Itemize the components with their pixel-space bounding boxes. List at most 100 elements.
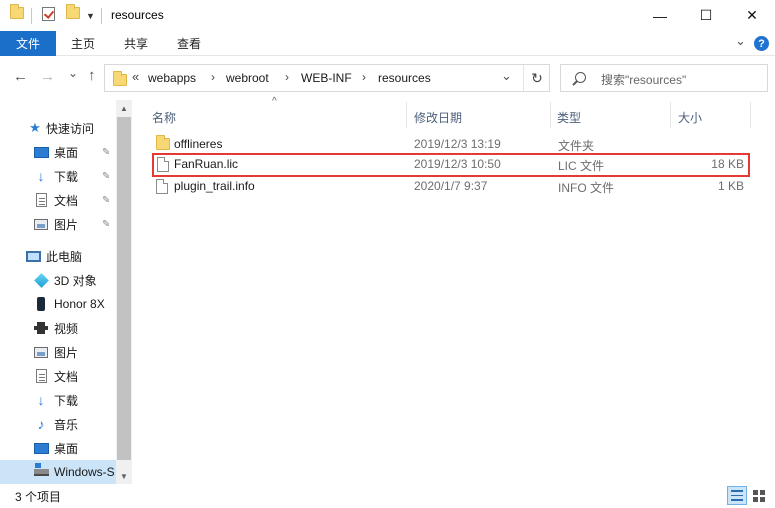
sidebar-item-label: 文档 (54, 369, 79, 384)
sidebar-item-pictures[interactable]: 图片 ✎ (0, 212, 116, 236)
window-title: resources (111, 8, 164, 22)
pin-icon: ✎ (102, 218, 111, 230)
file-type: 文件夹 (558, 139, 595, 153)
pin-icon: ✎ (102, 146, 111, 158)
up-button[interactable]: ↑ (88, 67, 96, 84)
picture-icon (33, 344, 49, 360)
tab-share[interactable]: 共享 (110, 31, 162, 56)
search-input[interactable]: 搜索"resources" (601, 71, 686, 88)
sidebar-item-3d-objects[interactable]: 3D 对象 (0, 268, 116, 292)
file-modified: 2019/12/3 10:50 (414, 157, 501, 171)
address-history-chevron-icon[interactable]: ⌄ (501, 68, 512, 84)
file-name: plugin_trail.info (174, 179, 255, 193)
drive-icon (33, 462, 49, 480)
navigation-pane: ★ 快速访问 桌面 ✎ ↓ 下载 ✎ 文档 ✎ 图片 ✎ 此电脑 3D 对象 H… (0, 100, 132, 484)
file-icon (157, 157, 169, 172)
sidebar-item-this-pc[interactable]: 此电脑 (0, 244, 116, 268)
navigation-bar: ← → ⌄ ↑ « webapps › webroot › WEB-INF › … (0, 56, 775, 100)
column-header-type[interactable]: 类型 (557, 105, 667, 129)
table-row-highlighted[interactable]: FanRuan.lic 2019/12/3 10:50 LIC 文件 18 KB (152, 153, 750, 177)
column-header-name[interactable]: 名称 (152, 105, 410, 129)
divider (31, 8, 32, 24)
path-overflow-button[interactable]: « (132, 69, 139, 84)
recent-locations-chevron-icon[interactable]: ⌄ (68, 66, 78, 80)
document-icon (33, 192, 49, 208)
column-header-modified[interactable]: 修改日期 (414, 105, 548, 129)
breadcrumb-separator-icon[interactable]: › (362, 70, 366, 84)
file-name: offlineres (174, 137, 223, 151)
forward-button[interactable]: → (40, 68, 55, 85)
download-icon: ↓ (37, 392, 45, 408)
sidebar-item-documents[interactable]: 文档 ✎ (0, 188, 116, 212)
sidebar-scrollbar[interactable]: ▲ ▼ (116, 100, 132, 484)
sidebar-item-videos[interactable]: 视频 (0, 316, 116, 340)
breadcrumb-web-inf[interactable]: WEB-INF (301, 71, 352, 85)
scroll-up-icon[interactable]: ▲ (116, 100, 132, 116)
table-row[interactable]: plugin_trail.info 2020/1/7 9:37 INFO 文件 … (152, 176, 750, 198)
sidebar-item-desktop[interactable]: 桌面 ✎ (0, 140, 116, 164)
sidebar-item-downloads[interactable]: ↓ 下载 ✎ (0, 164, 116, 188)
tab-file[interactable]: 文件 (0, 31, 56, 56)
sidebar-item-label: 快速访问 (46, 121, 95, 136)
breadcrumb-resources[interactable]: resources (378, 71, 431, 85)
sidebar-item-label: 文档 (54, 193, 79, 208)
column-divider[interactable] (550, 102, 551, 128)
sidebar-item-label: 此电脑 (46, 249, 83, 264)
sidebar-item-label: 桌面 (54, 145, 79, 160)
sidebar-item-label: 图片 (54, 217, 79, 232)
divider (101, 8, 102, 24)
pin-icon: ✎ (102, 194, 111, 206)
refresh-icon[interactable]: ↻ (523, 65, 550, 91)
desktop-icon (33, 144, 49, 160)
column-divider[interactable] (750, 102, 751, 128)
sidebar-item-label: Windows-S (54, 465, 115, 479)
quick-access-toolbar-dropdown[interactable]: ▼ (86, 11, 95, 21)
new-folder-icon[interactable] (66, 4, 80, 19)
minimize-button[interactable]: — (637, 0, 683, 31)
search-box[interactable]: 搜索"resources" (560, 64, 768, 92)
close-button[interactable]: ✕ (729, 0, 775, 31)
column-divider[interactable] (406, 102, 407, 128)
sidebar-item-downloads-pc[interactable]: ↓ 下载 (0, 388, 116, 412)
ribbon-expand-chevron-icon[interactable]: ⌄ (735, 33, 746, 49)
scrollbar-thumb[interactable] (117, 117, 131, 460)
tab-view[interactable]: 查看 (162, 31, 216, 56)
file-icon (156, 179, 168, 194)
music-icon: ♪ (37, 416, 45, 432)
sidebar-item-pictures-pc[interactable]: 图片 (0, 340, 116, 364)
tab-home[interactable]: 主页 (56, 31, 110, 56)
file-size: 1 KB (717, 179, 744, 193)
large-icons-view-button[interactable] (749, 486, 769, 505)
desktop-icon (33, 440, 49, 456)
sidebar-item-honor-8x[interactable]: Honor 8X (0, 292, 116, 316)
sidebar-item-windows-drive[interactable]: Windows-S (0, 460, 116, 484)
file-list: ^ 名称 修改日期 类型 大小 offlineres 2019/12/3 13:… (132, 96, 775, 484)
folder-icon (156, 135, 170, 150)
video-icon (33, 320, 49, 336)
back-button[interactable]: ← (13, 68, 28, 85)
phone-icon (33, 296, 49, 312)
properties-check-icon[interactable] (42, 7, 55, 21)
column-header-size[interactable]: 大小 (678, 105, 748, 129)
sidebar-item-quick-access[interactable]: ★ 快速访问 (0, 116, 116, 140)
breadcrumb-webapps[interactable]: webapps (148, 71, 196, 85)
sidebar-item-desktop-pc[interactable]: 桌面 (0, 436, 116, 460)
details-view-button[interactable] (727, 486, 747, 505)
sidebar-item-documents-pc[interactable]: 文档 (0, 364, 116, 388)
star-icon: ★ (29, 120, 41, 135)
scroll-down-icon[interactable]: ▼ (116, 468, 132, 484)
maximize-button[interactable]: ☐ (683, 0, 729, 31)
sidebar-item-label: 图片 (54, 345, 79, 360)
breadcrumb-webroot[interactable]: webroot (226, 71, 269, 85)
column-divider[interactable] (670, 102, 671, 128)
sidebar-item-music[interactable]: ♪ 音乐 (0, 412, 116, 436)
details-view-icon (731, 490, 743, 501)
address-bar[interactable]: « webapps › webroot › WEB-INF › resource… (104, 64, 550, 92)
file-size: 18 KB (711, 157, 744, 171)
breadcrumb-separator-icon[interactable]: › (285, 70, 289, 84)
help-icon[interactable]: ? (754, 36, 769, 51)
sidebar-item-label: 3D 对象 (54, 273, 97, 288)
breadcrumb-separator-icon[interactable]: › (211, 70, 215, 84)
title-bar: ▼ resources — ☐ ✕ (0, 0, 775, 31)
3d-objects-icon (33, 272, 49, 288)
